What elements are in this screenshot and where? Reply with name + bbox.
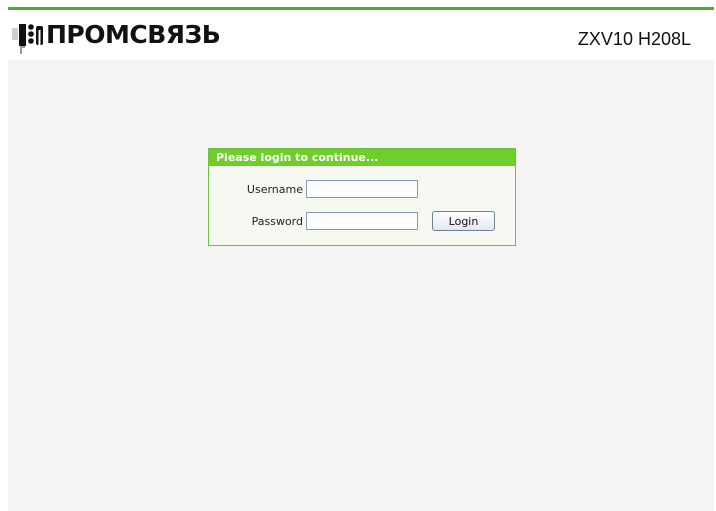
logo-text: ПРОМСВЯЗЬ: [46, 19, 221, 49]
password-row: Password Login: [209, 210, 495, 232]
password-input[interactable]: [306, 212, 418, 230]
password-label: Password: [251, 214, 303, 228]
brand-logo: ПРОМСВЯЗЬ: [10, 16, 221, 56]
header: ПРОМСВЯЗЬ ZXV10 H208L: [8, 10, 714, 60]
page-frame: ПРОМСВЯЗЬ ZXV10 H208L Please login to co…: [8, 7, 714, 511]
device-model: ZXV10 H208L: [577, 29, 691, 49]
username-row: Username: [209, 178, 418, 200]
login-panel: Please login to continue... Username Pas…: [208, 148, 516, 246]
username-input[interactable]: [306, 180, 418, 198]
logo-icon: [10, 16, 46, 56]
username-label: Username: [246, 182, 303, 196]
login-button[interactable]: Login: [432, 211, 495, 231]
login-title: Please login to continue...: [209, 149, 515, 166]
